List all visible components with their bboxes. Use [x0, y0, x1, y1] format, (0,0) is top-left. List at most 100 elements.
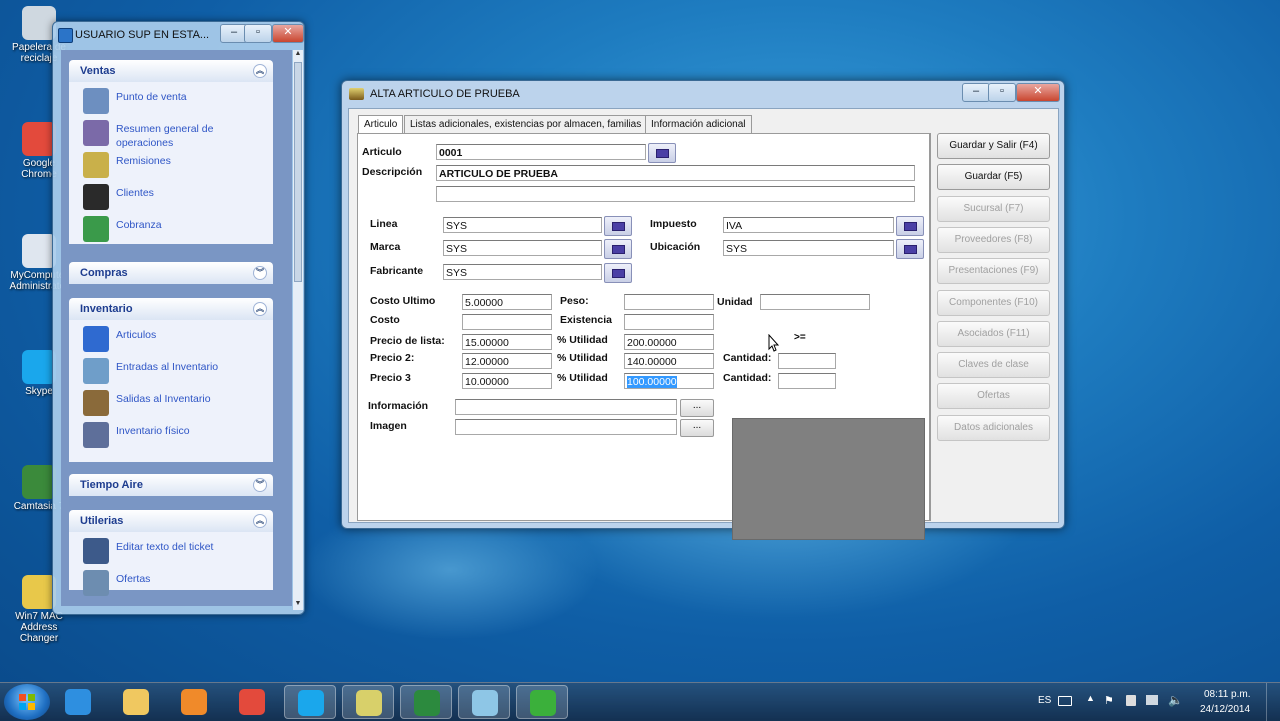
impuesto-lookup-button[interactable] [896, 216, 924, 236]
chevron-down-icon[interactable]: ︾ [253, 478, 267, 492]
show-hidden-icons[interactable]: ▲ [1086, 693, 1095, 703]
menu-item-remisiones[interactable]: Remisiones [83, 152, 271, 180]
tab-articulo[interactable]: Articulo [358, 115, 404, 135]
precio2-input[interactable]: 12.00000 [462, 353, 552, 369]
informacion-browse-button[interactable]: ... [680, 399, 714, 417]
ubicacion-input[interactable]: SYS [723, 240, 894, 256]
network-icon[interactable] [1146, 695, 1158, 705]
start-button[interactable] [4, 684, 50, 720]
scroll-up-arrow[interactable]: ▲ [293, 50, 303, 60]
device-icon[interactable] [1126, 695, 1136, 706]
peso-input[interactable] [624, 294, 714, 310]
dialog-maximize-button[interactable]: ▫ [988, 83, 1016, 102]
taskbar-chrome[interactable] [226, 685, 278, 719]
chevron-up-icon[interactable]: ︽ [253, 64, 267, 78]
clock-time[interactable]: 08:11 p.m. [1204, 689, 1251, 700]
taskbar-camtasia[interactable] [516, 685, 568, 719]
linea-input[interactable]: SYS [443, 217, 602, 233]
ofertas-button[interactable]: Ofertas [937, 383, 1050, 410]
impuesto-input[interactable]: IVA [723, 217, 894, 233]
chevron-up-icon[interactable]: ︽ [253, 514, 267, 528]
precio-lista-input[interactable]: 15.00000 [462, 334, 552, 350]
menu-item-inventario-fisico[interactable]: Inventario físico [83, 422, 271, 450]
menu-item-editar-texto-del-ticket[interactable]: Editar texto del ticket [83, 538, 271, 566]
clock-date[interactable]: 24/12/2014 [1200, 704, 1250, 715]
componentes-f10-button[interactable]: Componentes (F10) [937, 289, 1050, 316]
costo-input[interactable] [462, 314, 552, 330]
articulo-lookup-button[interactable] [648, 143, 676, 163]
proveedores-f8-button[interactable]: Proveedores (F8) [937, 226, 1050, 253]
imagen-input[interactable] [455, 419, 677, 435]
tab-listas-adicionales[interactable]: Listas adicionales, existencias por alma… [404, 115, 648, 134]
menu-item-label: Punto de venta [116, 91, 187, 103]
unidad-input[interactable] [760, 294, 870, 310]
imagen-browse-button[interactable]: ... [680, 419, 714, 437]
taskbar-media-player[interactable] [168, 685, 220, 719]
keyboard-icon[interactable] [1058, 696, 1072, 706]
menu-item-articulos[interactable]: Articulos [83, 326, 271, 354]
descripcion2-input[interactable] [436, 186, 915, 202]
menu-item-clientes[interactable]: Clientes [83, 184, 271, 212]
marca-input[interactable]: SYS [443, 240, 602, 256]
dialog-client: Articulo Listas adicionales, existencias… [348, 108, 1059, 540]
taskbar-skype[interactable] [284, 685, 336, 719]
maximize-button[interactable]: ▫ [244, 24, 272, 43]
guardar-f5-button[interactable]: Guardar (F5) [937, 164, 1050, 191]
dialog-minimize-button[interactable]: – [962, 83, 990, 102]
scroll-thumb[interactable] [294, 62, 302, 282]
menu-item-salidas-al-inventario[interactable]: Salidas al Inventario [83, 390, 271, 418]
group-header-compras[interactable]: Compras ︾ [69, 262, 273, 284]
chevron-up-icon[interactable]: ︽ [253, 302, 267, 316]
tab-informacion-adicional[interactable]: Información adicional [645, 115, 752, 134]
flag-icon[interactable]: ⚑ [1104, 694, 1114, 707]
scroll-down-arrow[interactable]: ▼ [293, 600, 303, 610]
linea-lookup-button[interactable] [604, 216, 632, 236]
menu-item-cobranza[interactable]: Cobranza [83, 216, 271, 244]
menu-item-ofertas[interactable]: Ofertas [83, 570, 271, 598]
fabricante-input[interactable]: SYS [443, 264, 602, 280]
presentaciones-f9-button[interactable]: Presentaciones (F9) [937, 258, 1050, 285]
volume-icon[interactable]: 🔈 [1168, 693, 1183, 707]
chevron-down-icon[interactable]: ︾ [253, 266, 267, 280]
cantidad2-input[interactable] [778, 353, 836, 369]
menu-item-entradas-al-inventario[interactable]: Entradas al Inventario [83, 358, 271, 386]
cantidad3-input[interactable] [778, 373, 836, 389]
taskbar-folder[interactable] [342, 685, 394, 719]
utilidad2-input[interactable]: 140.00000 [624, 353, 714, 369]
group-header-inventario[interactable]: Inventario ︽ [69, 298, 273, 320]
scrollbar[interactable]: ▲ ▼ [293, 50, 303, 610]
descripcion-input[interactable]: ARTICULO DE PRUEBA [436, 165, 915, 181]
dialog-close-button[interactable]: ✕ [1016, 83, 1060, 102]
menu-item-punto-de-venta[interactable]: Punto de venta [83, 88, 271, 116]
asociados-f11-button[interactable]: Asociados (F11) [937, 320, 1050, 347]
group-header-utilerias[interactable]: Utilerias ︽ [69, 510, 273, 532]
ubicacion-lookup-button[interactable] [896, 239, 924, 259]
utilidad-lista-input[interactable]: 200.00000 [624, 334, 714, 350]
taskbar-file-explorer[interactable] [110, 685, 162, 719]
taskbar-app-sys[interactable] [458, 685, 510, 719]
utilidad3-input[interactable]: 100.00000 [624, 373, 714, 389]
menu-item-label: Articulos [116, 329, 157, 341]
language-indicator[interactable]: ES [1038, 695, 1051, 706]
show-desktop-button[interactable] [1266, 683, 1280, 721]
close-button[interactable]: ✕ [272, 24, 304, 43]
articulo-input[interactable]: 0001 [436, 144, 646, 160]
informacion-input[interactable] [455, 399, 677, 415]
datos-adicionales-button[interactable]: Datos adicionales [937, 414, 1050, 441]
fabricante-lookup-button[interactable] [604, 263, 632, 283]
claves-de-clase-button[interactable]: Claves de clase [937, 352, 1050, 379]
precio3-input[interactable]: 10.00000 [462, 373, 552, 389]
guardar-y-salir-f4-button[interactable]: Guardar y Salir (F4) [937, 133, 1050, 159]
taskbar-excel[interactable] [400, 685, 452, 719]
sucursal-f7-button[interactable]: Sucursal (F7) [937, 195, 1050, 222]
taskbar-internet-explorer[interactable] [52, 685, 104, 719]
group-header-tiempo-aire[interactable]: Tiempo Aire ︾ [69, 474, 273, 496]
dialog-titlebar[interactable]: ALTA ARTICULO DE PRUEBA – ▫ ✕ [342, 81, 1064, 107]
existencia-input[interactable] [624, 314, 714, 330]
system-tray: ES ▲ ⚑ 🔈 08:11 p.m. 24/12/2014 [1034, 683, 1280, 721]
menu-item-resumen-general-de-operaciones[interactable]: Resumen general de operaciones [83, 120, 271, 149]
marca-lookup-button[interactable] [604, 239, 632, 259]
group-header-ventas[interactable]: Ventas ︽ [69, 60, 273, 82]
main-menu-titlebar[interactable]: USUARIO SUP EN ESTA... – ▫ ✕ [53, 22, 304, 48]
costo-ultimo-input[interactable]: 5.00000 [462, 294, 552, 310]
